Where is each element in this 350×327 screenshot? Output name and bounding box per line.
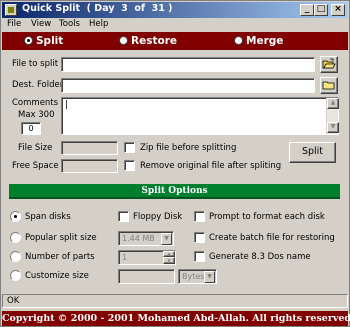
status-text: OK (7, 296, 20, 306)
remove-original-checkbox[interactable] (124, 160, 135, 171)
mode-bar: Split Restore Merge (2, 32, 348, 50)
mode-merge-label: Merge (246, 35, 284, 47)
file-size-field (61, 141, 118, 155)
menu-view[interactable]: View (31, 19, 51, 29)
maximize-button[interactable]: □ (314, 4, 328, 16)
custom-unit-select[interactable]: Bytes ▼ (178, 269, 217, 284)
floppy-disk-checkbox[interactable] (118, 211, 129, 222)
popular-size-label: Popular split size (25, 233, 97, 243)
split-button[interactable]: Split (289, 142, 336, 163)
file-size-label: File Size (18, 143, 53, 153)
comments-max-label: Max 300 (18, 110, 55, 120)
number-of-parts-label: Number of parts (25, 252, 95, 262)
scroll-up-icon[interactable]: ▲ (327, 98, 339, 109)
number-of-parts-radio[interactable] (10, 251, 21, 262)
span-disks-label: Span disks (25, 212, 71, 222)
stepper-down-icon[interactable]: ▼ (163, 257, 175, 264)
window-title: Quick Split ( Day 3 of 31 ) (22, 3, 173, 14)
dest-folder-input[interactable] (61, 78, 315, 93)
prompt-format-checkbox[interactable] (194, 211, 205, 222)
app-icon[interactable] (5, 4, 17, 16)
status-bar: OK (2, 294, 348, 308)
menu-tools[interactable]: Tools (59, 19, 80, 29)
mode-restore-option[interactable]: Restore (119, 35, 177, 47)
mode-merge-radio[interactable] (234, 35, 243, 45)
comments-counter: 0 (21, 122, 41, 135)
browse-folder-button[interactable] (320, 77, 338, 94)
quick-split-window: Quick Split ( Day 3 of 31 ) _ □ × File V… (0, 0, 350, 327)
comments-label: Comments (12, 98, 59, 108)
span-disks-radio[interactable] (10, 211, 21, 222)
folder-icon (322, 81, 335, 90)
custom-unit-value: Bytes (182, 272, 205, 281)
generate-dos-checkbox[interactable] (194, 251, 205, 262)
chevron-down-icon[interactable]: ▼ (204, 271, 215, 283)
mode-split-label: Split (36, 35, 64, 47)
close-button[interactable]: × (331, 4, 345, 16)
copyright-banner: Copyright © 2000 - 2001 Mohamed Abd-Alla… (2, 311, 350, 326)
mode-split-radio[interactable] (24, 35, 33, 45)
customize-size-label: Customize size (25, 271, 89, 281)
browse-file-button[interactable] (320, 56, 338, 73)
generate-dos-label: Generate 8.3 Dos name (209, 252, 311, 262)
minimize-button[interactable]: _ (300, 4, 314, 16)
create-batch-checkbox[interactable] (194, 232, 205, 243)
popular-size-select[interactable]: 1.44 MB ▼ (118, 231, 174, 246)
prompt-format-label: Prompt to format each disk (209, 212, 325, 222)
open-folder-icon (322, 58, 336, 69)
mode-merge-option[interactable]: Merge (234, 35, 283, 47)
free-space-field (61, 159, 118, 173)
zip-checkbox[interactable] (124, 142, 135, 153)
free-space-label: Free Space (12, 161, 59, 171)
text-cursor: | (65, 100, 69, 110)
chevron-down-icon[interactable]: ▼ (161, 233, 172, 245)
comments-scrollbar[interactable]: ▲ ▼ (326, 98, 339, 134)
scroll-down-icon[interactable]: ▼ (327, 122, 339, 133)
mode-restore-label: Restore (131, 35, 177, 47)
customize-size-radio[interactable] (10, 270, 21, 281)
popular-size-value: 1.44 MB (122, 234, 155, 243)
zip-label: Zip file before splitting (140, 143, 237, 153)
dest-folder-label: Dest. Folder (12, 80, 64, 90)
split-options-header: Split Options (9, 184, 340, 199)
menu-file[interactable]: File (7, 19, 21, 29)
mode-restore-radio[interactable] (119, 35, 128, 45)
create-batch-label: Create batch file for restoring (209, 233, 335, 243)
custom-size-input[interactable] (118, 269, 175, 284)
file-to-split-label: File to split (12, 59, 59, 69)
mode-split-option[interactable]: Split (24, 35, 63, 47)
floppy-disk-label: Floppy Disk (133, 212, 183, 222)
popular-size-radio[interactable] (10, 232, 21, 243)
title-bar[interactable]: Quick Split ( Day 3 of 31 ) _ □ × (2, 2, 348, 18)
remove-original-label: Remove original file after spliting (140, 161, 282, 171)
menu-help[interactable]: Help (89, 19, 108, 29)
parts-value: 1 (122, 253, 128, 262)
menu-bar: File View Tools Help (2, 18, 348, 32)
parts-stepper[interactable]: 1 ▲ ▼ (118, 250, 176, 265)
comments-textarea[interactable]: | ▲ ▼ (61, 97, 339, 135)
file-to-split-input[interactable] (61, 57, 315, 72)
